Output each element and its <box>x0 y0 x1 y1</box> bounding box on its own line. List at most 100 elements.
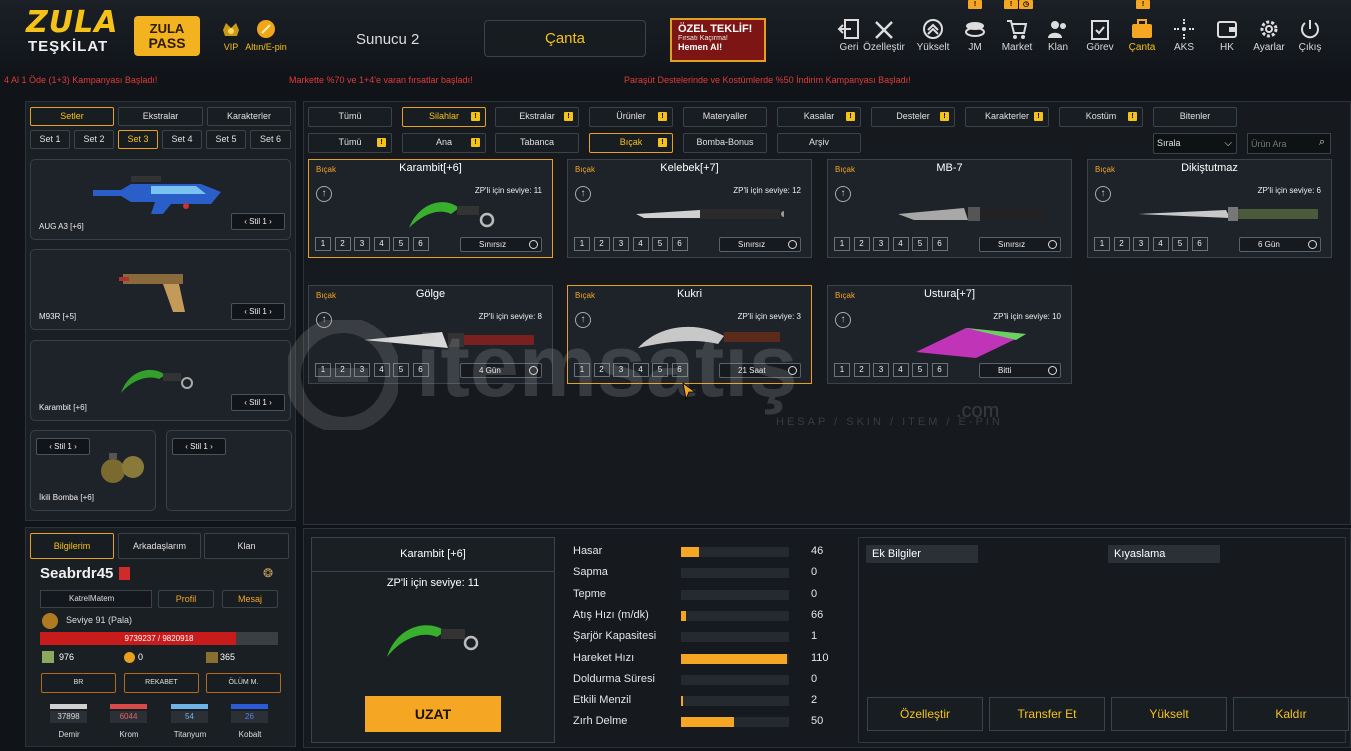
nav-ayarlar[interactable]: Ayarlar <box>1249 18 1289 53</box>
upgrade-button[interactable]: Yükselt <box>1111 697 1227 731</box>
tab-klan[interactable]: Klan <box>204 533 289 559</box>
item-card[interactable]: Bıçak Ustura[+7] ↑ ZP'li için seviye: 10 1 2 3… <box>827 285 1072 384</box>
style-selector[interactable]: ‹ Stil 1 › <box>36 438 90 455</box>
upgrade-arrow-icon[interactable]: ↑ <box>835 186 851 202</box>
tab-ekstralar[interactable]: Ekstralar <box>118 107 203 126</box>
transfer-button[interactable]: Transfer Et <box>989 697 1105 731</box>
upgrade-arrow-icon[interactable]: ↑ <box>316 186 332 202</box>
duration-text: Sınırsız <box>998 240 1026 249</box>
duration-text: Bitti <box>998 366 1012 375</box>
item-card[interactable]: Bıçak Kelebek[+7] ↑ ZP'li için seviye: 12 1 2… <box>567 159 812 258</box>
slot-grenade[interactable]: ‹ Stil 1 › İkili Bomba [+6] <box>30 430 156 511</box>
nav-gorev[interactable]: Görev <box>1080 18 1120 53</box>
set-3[interactable]: Set 3 <box>118 130 158 149</box>
level-box: 3 <box>354 363 370 377</box>
nav-aks[interactable]: AKS <box>1164 18 1204 53</box>
search-icon[interactable]: ⌕ <box>1319 136 1325 149</box>
nav-canta[interactable]: Çanta <box>1122 18 1162 53</box>
sort-dropdown[interactable]: Sırala ⌵ <box>1153 133 1237 154</box>
tab-setler[interactable]: Setler <box>30 107 114 126</box>
upgrade-arrow-icon[interactable]: ↑ <box>575 186 591 202</box>
style-selector[interactable]: ‹ Stil 1 › <box>231 213 285 230</box>
nav-jm[interactable]: JM <box>955 18 995 53</box>
filter-label: Silahlar <box>428 111 459 121</box>
mode-rekabet-button[interactable]: REKABET <box>124 673 199 693</box>
nav-hk[interactable]: HK <box>1207 18 1247 53</box>
upgrade-arrow-icon[interactable]: ↑ <box>575 312 591 328</box>
mode-olum-button[interactable]: ÖLÜM M. <box>206 673 281 693</box>
filter-silahlar[interactable]: Silahlar! <box>402 107 486 127</box>
subfilter-tabanca[interactable]: Tabanca <box>495 133 579 153</box>
nav-klan[interactable]: Klan <box>1038 18 1078 53</box>
customize-button[interactable]: Özelleştir <box>867 697 983 731</box>
upgrade-arrow-icon[interactable]: ↑ <box>835 312 851 328</box>
clan-name[interactable]: KatrelMatem <box>40 590 152 608</box>
subfilter-arşiv[interactable]: Arşiv <box>777 133 861 153</box>
tab-karakterler[interactable]: Karakterler <box>207 107 291 126</box>
nav-yukselt[interactable]: Yükselt <box>913 18 953 53</box>
mode-br-button[interactable]: BR <box>41 673 116 693</box>
style-selector[interactable]: ‹ Stil 1 › <box>231 303 285 320</box>
slot-empty[interactable]: ‹ Stil 1 › <box>166 430 292 511</box>
slot-knife[interactable]: Karambit [+6] ‹ Stil 1 › <box>30 340 291 421</box>
item-card[interactable]: Bıçak Kukri ↑ ZP'li için seviye: 3 1 2 3 4 5 6 21 … <box>567 285 812 384</box>
profile-button[interactable]: Profil <box>158 590 214 608</box>
extend-button[interactable]: UZAT <box>365 696 501 732</box>
compare-tab[interactable]: Kıyaslama <box>1108 545 1220 563</box>
nav-market[interactable]: Market <box>997 18 1037 53</box>
nav-ozellestir[interactable]: Özelleştir <box>862 18 906 53</box>
item-name: Karambit[+6] <box>399 162 462 174</box>
style-selector[interactable]: ‹ Stil 1 › <box>231 394 285 411</box>
item-card[interactable]: Bıçak MB-7 ↑ 1 2 3 4 5 6 Sınırsız <box>827 159 1072 258</box>
filter-desteler[interactable]: Desteler! <box>871 107 955 127</box>
zula-pass-button[interactable]: ZULA PASS <box>134 16 200 56</box>
style-selector[interactable]: ‹ Stil 1 › <box>172 438 226 455</box>
extra-info-tab[interactable]: Ek Bilgiler <box>866 545 978 563</box>
subfilter-bıçak[interactable]: Bıçak! <box>589 133 673 153</box>
upgrade-arrow-icon[interactable]: ↑ <box>1095 186 1111 202</box>
knife-image <box>635 209 784 219</box>
search-input[interactable] <box>1248 134 1312 153</box>
nav-cikis[interactable]: Çıkış <box>1290 18 1330 53</box>
filter-kostüm[interactable]: Kostüm! <box>1059 107 1143 127</box>
tab-arkadaslarim[interactable]: Arkadaşlarım <box>118 533 201 559</box>
stat-bar <box>681 632 789 643</box>
item-card[interactable]: Bıçak Karambit[+6] ↑ ZP'li için seviye: 11 1… <box>308 159 553 258</box>
remove-button[interactable]: Kaldır <box>1233 697 1349 731</box>
server-label: Sunucu 2 <box>356 31 420 48</box>
set-6[interactable]: Set 6 <box>250 130 291 149</box>
level-box: 5 <box>652 363 668 377</box>
slot-primary[interactable]: AUG A3 [+6] ‹ Stil 1 › <box>30 159 291 240</box>
special-offer-button[interactable]: ÖZEL TEKLİF! Fırsatı Kaçırma! Hemen Al! <box>670 18 766 62</box>
clock-icon <box>1048 240 1057 249</box>
level-box: 6 <box>671 363 688 377</box>
stat-bar <box>681 547 789 557</box>
filter-ürünler[interactable]: Ürünler! <box>589 107 673 127</box>
filter-ekstralar[interactable]: Ekstralar! <box>495 107 579 127</box>
level-box: 6 <box>931 363 948 377</box>
message-button[interactable]: Mesaj <box>222 590 278 608</box>
set-5[interactable]: Set 5 <box>206 130 246 149</box>
set-4[interactable]: Set 4 <box>162 130 202 149</box>
item-card[interactable]: Bıçak Gölge ↑ ZP'li için seviye: 81234564 G… <box>308 285 553 384</box>
filter-tümü[interactable]: Tümü <box>308 107 392 127</box>
tab-bilgilerim[interactable]: Bilgilerim <box>30 533 114 559</box>
item-card[interactable]: Bıçak Dikiştutmaz ↑ ZP'li için seviye: 6123… <box>1087 159 1332 258</box>
stat-bar-fill <box>681 610 687 621</box>
filter-kasalar[interactable]: Kasalar! <box>777 107 861 127</box>
demir-value: 37898 <box>50 711 87 723</box>
set-1[interactable]: Set 1 <box>30 130 70 149</box>
filter-label: Bitenler <box>1179 111 1211 121</box>
level-box: 3 <box>354 237 370 251</box>
subfilter-bomba-bonus[interactable]: Bomba-Bonus <box>683 133 767 153</box>
filter-karakterler[interactable]: Karakterler! <box>965 107 1049 127</box>
gold-epin-button[interactable]: Altın/E-pin <box>240 18 292 52</box>
filter-bitenler[interactable]: Bitenler <box>1153 107 1237 127</box>
subfilter-tümü[interactable]: Tümü! <box>308 133 392 153</box>
item-name: Kukri <box>676 288 703 300</box>
subfilter-ana[interactable]: Ana! <box>402 133 486 153</box>
set-2[interactable]: Set 2 <box>74 130 114 149</box>
filter-materyaller[interactable]: Materyaller <box>683 107 767 127</box>
slot-pistol[interactable]: M93R [+5] ‹ Stil 1 › <box>30 249 291 330</box>
upgrade-arrow-icon[interactable]: ↑ <box>316 312 332 328</box>
